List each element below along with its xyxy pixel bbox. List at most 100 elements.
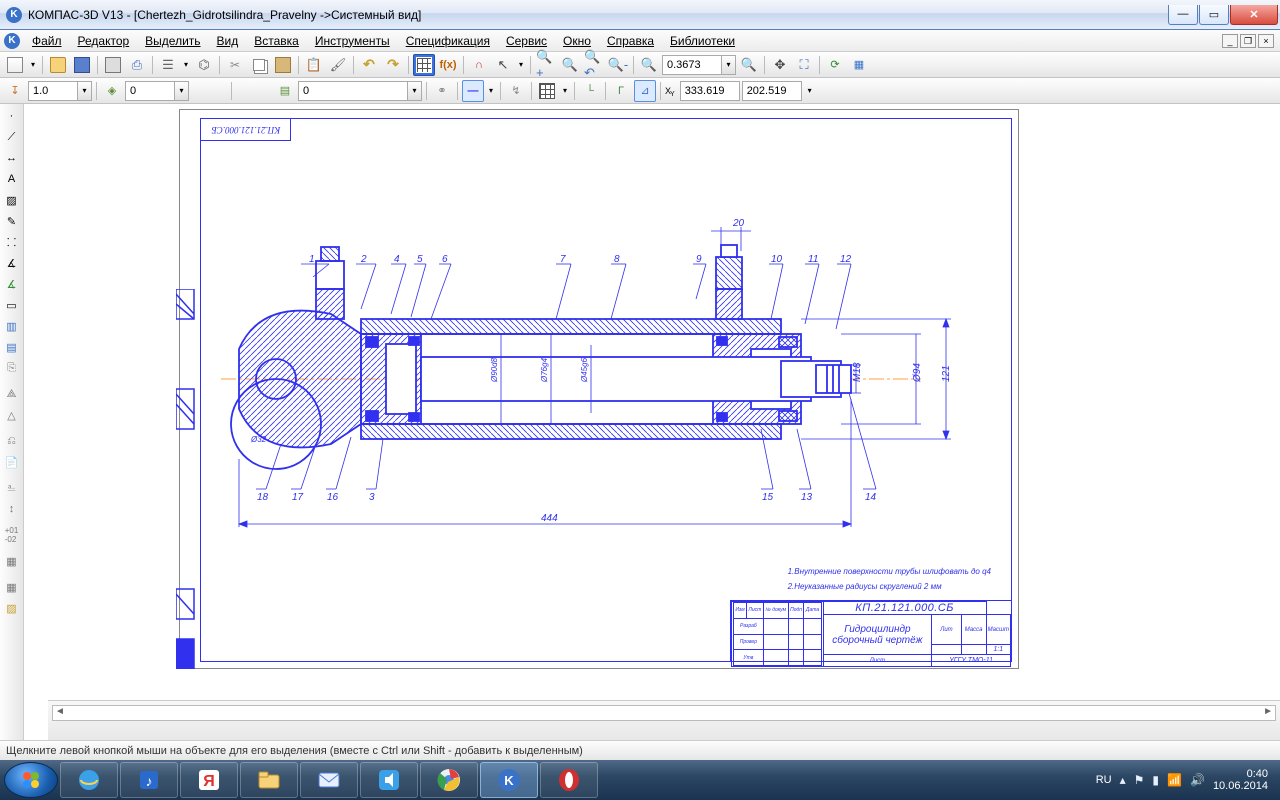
- task-chrome[interactable]: [420, 762, 478, 798]
- lt-btn-g[interactable]: +01-02: [2, 525, 22, 545]
- menu-help[interactable]: Справка: [599, 32, 662, 50]
- save-button[interactable]: [71, 54, 93, 76]
- cut-button[interactable]: ✂: [224, 54, 246, 76]
- lt-btn-j[interactable]: ▨: [2, 598, 22, 618]
- redraw-button[interactable]: ⟳: [824, 54, 846, 76]
- zoom-field[interactable]: [662, 55, 722, 75]
- undo-button[interactable]: ↶: [358, 54, 380, 76]
- view-num-field[interactable]: [298, 81, 408, 101]
- view-num-dd-button[interactable]: ▾: [408, 81, 422, 101]
- lt-btn-c[interactable]: ⎌: [2, 431, 22, 451]
- snap-toggle-button[interactable]: ↧: [4, 80, 26, 102]
- menu-file[interactable]: Файл: [24, 32, 70, 50]
- zoom-window-button[interactable]: 🔍: [559, 54, 581, 76]
- tree-button[interactable]: ⌬: [193, 54, 215, 76]
- mdi-minimize-button[interactable]: _: [1222, 34, 1238, 48]
- props-dd-button[interactable]: ▾: [181, 54, 191, 76]
- copy-props-button[interactable]: 📋: [303, 54, 325, 76]
- window-close-button[interactable]: [1230, 5, 1278, 25]
- menu-insert[interactable]: Вставка: [246, 32, 307, 50]
- geom-param-button[interactable]: ∡: [2, 253, 22, 273]
- grid-dd-button[interactable]: ▾: [560, 80, 570, 102]
- lt-btn-d[interactable]: 📄: [2, 452, 22, 472]
- layer-button[interactable]: ◈: [101, 80, 123, 102]
- new-button[interactable]: [4, 54, 26, 76]
- format-painter-button[interactable]: 🖌: [327, 54, 349, 76]
- view-state-button[interactable]: ▤: [274, 80, 296, 102]
- geom-dim-button[interactable]: ↔: [2, 148, 22, 168]
- linestyle-button[interactable]: —: [462, 80, 484, 102]
- scale-decrease-button[interactable]: 🔍: [638, 54, 660, 76]
- tray-network-icon[interactable]: 📶: [1167, 773, 1182, 787]
- tray-up-icon[interactable]: ▴: [1120, 773, 1126, 787]
- mdi-close-button[interactable]: ×: [1258, 34, 1274, 48]
- view-num-input[interactable]: ▾: [298, 81, 422, 101]
- scale-increase-button[interactable]: 🔍: [738, 54, 760, 76]
- geom-edit-button[interactable]: ✎: [2, 211, 22, 231]
- view-tree-button[interactable]: ▦: [848, 54, 870, 76]
- select-dd-button[interactable]: ▾: [516, 54, 526, 76]
- zoom-in-button[interactable]: 🔍+: [535, 54, 557, 76]
- coord-menu-button[interactable]: ▾: [804, 80, 816, 102]
- task-ie[interactable]: [60, 762, 118, 798]
- geom-insert-button[interactable]: ⎘: [2, 358, 22, 378]
- menu-tools[interactable]: Инструменты: [307, 32, 398, 50]
- tray-flag-icon[interactable]: ⚑: [1134, 773, 1145, 787]
- geom-axis-button[interactable]: ⸬: [2, 232, 22, 252]
- zoom-out-button[interactable]: 🔍-: [607, 54, 629, 76]
- window-minimize-button[interactable]: [1168, 5, 1198, 25]
- preview-button[interactable]: ⎙: [126, 54, 148, 76]
- zoom-value-input[interactable]: ▾: [662, 55, 736, 75]
- open-button[interactable]: [47, 54, 69, 76]
- print-button[interactable]: [102, 54, 124, 76]
- props-button[interactable]: ☰: [157, 54, 179, 76]
- geom-point-button[interactable]: ·: [2, 106, 22, 126]
- menu-service[interactable]: Сервис: [498, 32, 555, 50]
- pan-button[interactable]: ✥: [769, 54, 791, 76]
- geom-hatch-button[interactable]: ▨: [2, 190, 22, 210]
- coord-x-field[interactable]: [680, 81, 740, 101]
- lt-btn-a[interactable]: ⟁: [2, 384, 22, 404]
- zoom-dd-button[interactable]: ▾: [722, 55, 736, 75]
- task-kompas[interactable]: K: [480, 762, 538, 798]
- paste-button[interactable]: [272, 54, 294, 76]
- layer-input[interactable]: ▾: [125, 81, 189, 101]
- lang-indicator[interactable]: RU: [1096, 774, 1112, 786]
- zoom-fit-button[interactable]: ⛶: [793, 54, 815, 76]
- round-button[interactable]: ⊿: [634, 80, 656, 102]
- ortho-button[interactable]: └: [579, 80, 601, 102]
- clock[interactable]: 0:40 10.06.2014: [1213, 768, 1268, 792]
- lt-btn-h[interactable]: ▦: [2, 551, 22, 571]
- geom-report-button[interactable]: ▤: [2, 337, 22, 357]
- vars-button[interactable]: f(x): [437, 54, 459, 76]
- task-explorer[interactable]: [240, 762, 298, 798]
- task-wmp[interactable]: ♪: [120, 762, 178, 798]
- select-button[interactable]: ↖: [492, 54, 514, 76]
- tray-volume-icon[interactable]: 🔊: [1190, 773, 1205, 787]
- copy-button[interactable]: [248, 54, 270, 76]
- tray-battery-icon[interactable]: ▮: [1152, 773, 1159, 787]
- magnet-button[interactable]: ∩: [468, 54, 490, 76]
- new-dd-button[interactable]: ▾: [28, 54, 38, 76]
- menu-window[interactable]: Окно: [555, 32, 599, 50]
- lt-btn-e[interactable]: ⎁: [2, 478, 22, 498]
- redo-button[interactable]: ↷: [382, 54, 404, 76]
- task-opera[interactable]: [540, 762, 598, 798]
- doc-icon[interactable]: K: [4, 33, 20, 49]
- lt-btn-i[interactable]: ▦: [2, 577, 22, 597]
- step-field[interactable]: [28, 81, 78, 101]
- step-input[interactable]: ▾: [28, 81, 92, 101]
- task-yandex[interactable]: Я: [180, 762, 238, 798]
- window-maximize-button[interactable]: [1199, 5, 1229, 25]
- linestyle-dd-button[interactable]: ▾: [486, 80, 496, 102]
- tablegrid-button[interactable]: [413, 54, 435, 76]
- lt-btn-f[interactable]: ↕: [2, 499, 22, 519]
- h-scrollbar[interactable]: [52, 705, 1276, 721]
- menu-view[interactable]: Вид: [209, 32, 247, 50]
- geom-select-button[interactable]: ▭: [2, 295, 22, 315]
- zoom-prev-button[interactable]: 🔍↶: [583, 54, 605, 76]
- menu-editor[interactable]: Редактор: [70, 32, 138, 50]
- geom-line-button[interactable]: ⟋: [2, 127, 22, 147]
- geom-text-button[interactable]: A: [2, 169, 22, 189]
- task-sound[interactable]: [360, 762, 418, 798]
